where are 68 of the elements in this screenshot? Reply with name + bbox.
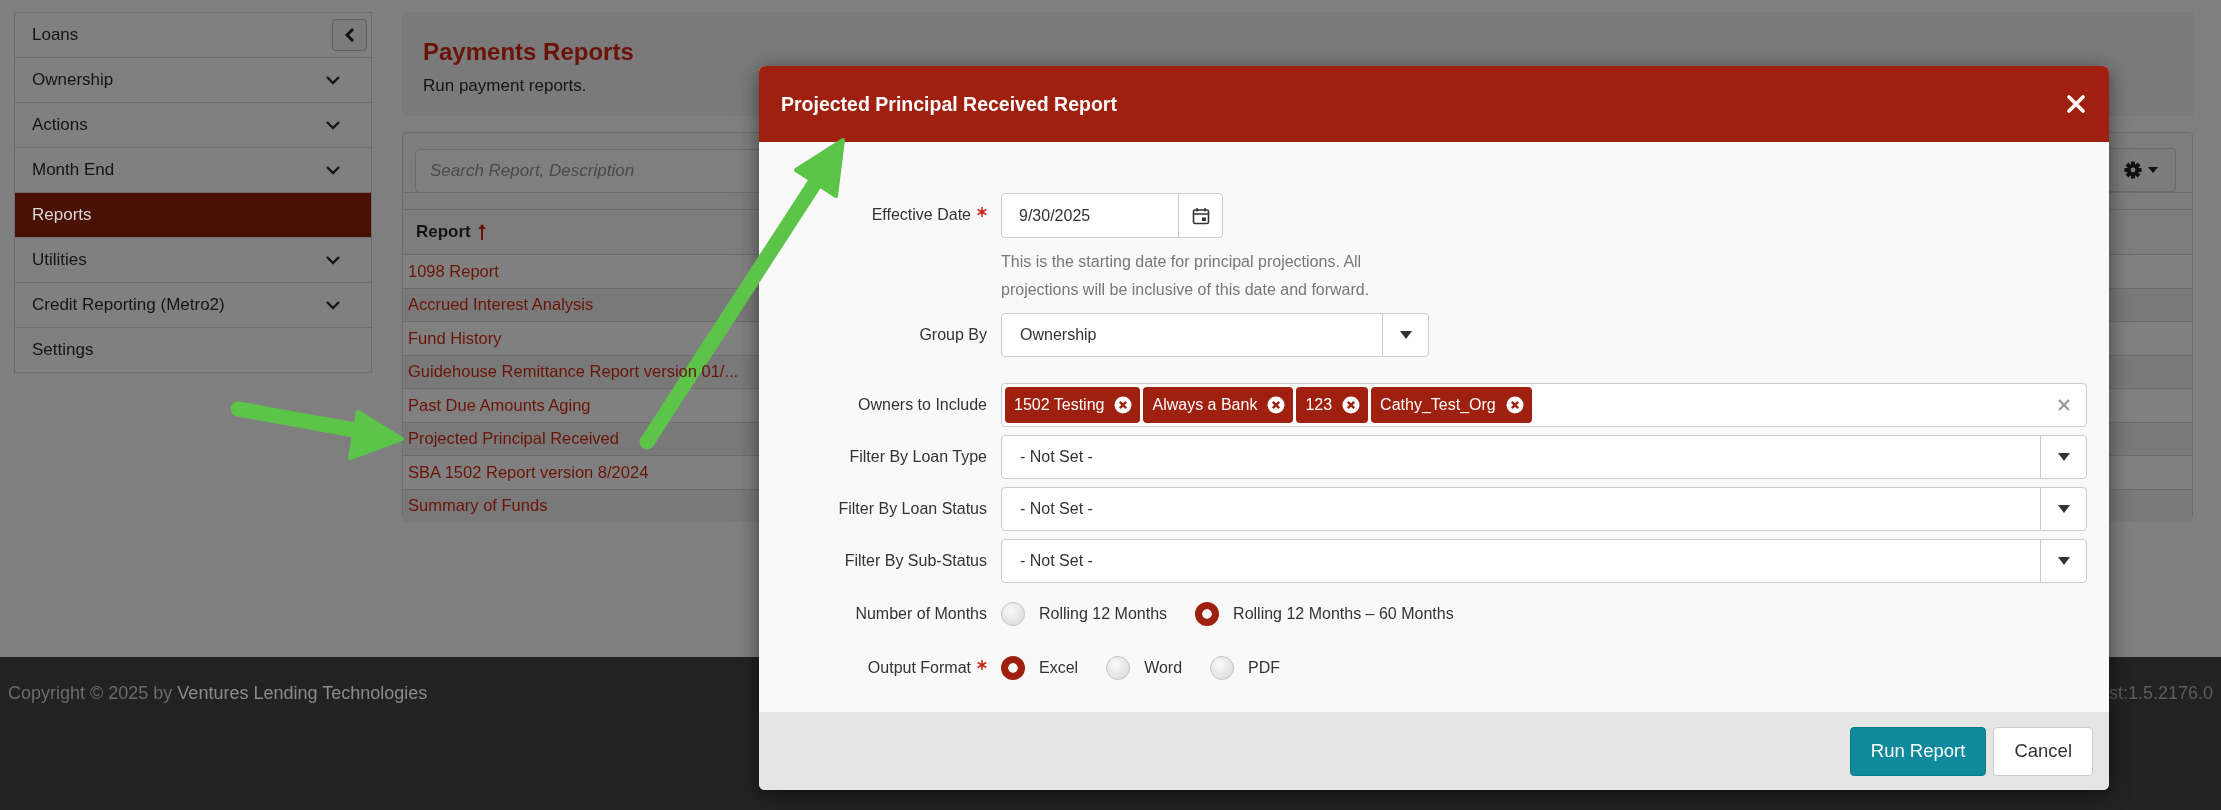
report-link[interactable]: Accrued Interest Analysis: [408, 295, 594, 315]
radio-button[interactable]: [1001, 602, 1025, 626]
remove-icon[interactable]: [1267, 396, 1286, 414]
report-link[interactable]: 1098 Report: [408, 261, 499, 281]
chevron-left-icon: [344, 27, 355, 43]
report-link[interactable]: SBA 1502 Report version 8/2024: [408, 462, 649, 482]
chevron-down-icon: [325, 165, 341, 175]
calendar-icon: [1191, 206, 1210, 225]
close-icon[interactable]: [2067, 95, 2085, 113]
cancel-button[interactable]: Cancel: [1993, 726, 2093, 776]
copyright-text: Copyright © 2025 by Ventures Lending Technologies: [8, 683, 428, 704]
page-title: Payments Reports: [423, 38, 635, 66]
field-label: Group By: [919, 326, 987, 344]
tag[interactable]: Always a Bank: [1143, 387, 1294, 423]
remove-icon[interactable]: [1342, 396, 1361, 414]
report-link[interactable]: Summary of Funds: [408, 496, 548, 516]
settings-button[interactable]: [2106, 147, 2176, 192]
tags-field[interactable]: 1502 Testing Always a Bank 123 Cathy_Test_Org: [1001, 383, 2087, 427]
radio-button[interactable]: [1195, 602, 1220, 626]
radio-button[interactable]: [1001, 656, 1025, 680]
date-field[interactable]: 9/30/2025: [1001, 193, 1179, 238]
radio-button[interactable]: [1106, 656, 1131, 680]
radio-option[interactable]: Rolling 12 Months: [1001, 602, 1168, 626]
tag[interactable]: 123: [1296, 387, 1369, 423]
field-label: Filter By Sub-Status: [844, 552, 987, 570]
sidebar-item[interactable]: Reports: [15, 192, 371, 237]
caret-icon: [2148, 166, 2158, 173]
select-field[interactable]: - Not Set -: [1001, 539, 2087, 583]
chevron-down-icon: [325, 255, 341, 265]
caret-icon: [2057, 557, 2070, 565]
hint-text: This is the starting date for principal projections. All projections will be inclusive of this date and forward.: [1001, 252, 1371, 300]
version-text: st:1.5.2176.0: [2108, 683, 2213, 704]
field-label: Owners to Include: [858, 396, 987, 414]
page-subtitle: Run payment reports.: [423, 76, 588, 96]
report-link[interactable]: Projected Principal Received: [408, 429, 619, 449]
collapse-button[interactable]: [332, 19, 367, 51]
column-header[interactable]: Report: [416, 222, 487, 242]
report-link[interactable]: Fund History: [408, 328, 502, 348]
field-label: Filter By Loan Type: [849, 448, 987, 466]
caret-icon: [2057, 453, 2070, 461]
field-label: Effective Date: [871, 206, 971, 224]
tag[interactable]: 1502 Testing: [1005, 387, 1141, 423]
tag[interactable]: Cathy_Test_Org: [1371, 387, 1532, 423]
select-field[interactable]: Ownership: [1001, 313, 1429, 357]
gear-icon: [2124, 160, 2142, 179]
chevron-down-icon: [325, 300, 341, 310]
run-button[interactable]: Run Report: [1849, 726, 1987, 776]
radio-option[interactable]: Word: [1106, 656, 1183, 680]
chevron-down-icon: [325, 120, 341, 130]
remove-icon[interactable]: [1114, 396, 1133, 414]
field-label: Number of Months: [855, 605, 987, 623]
chevron-down-icon: [325, 75, 341, 85]
select-field[interactable]: - Not Set -: [1001, 487, 2087, 531]
field-label: Filter By Loan Status: [838, 500, 987, 518]
caret-icon: [1399, 331, 1412, 339]
company-link[interactable]: Ventures Lending Technologies: [177, 683, 428, 703]
caret-icon: [2057, 505, 2070, 513]
radio-option[interactable]: Rolling 12 Months – 60 Months: [1195, 602, 1454, 626]
clear-icon[interactable]: [2057, 398, 2071, 412]
select-field[interactable]: - Not Set -: [1001, 435, 2087, 479]
radio-option[interactable]: PDF: [1210, 656, 1281, 680]
field-label: Output Format: [867, 659, 971, 677]
radio-option[interactable]: Excel: [1001, 656, 1079, 680]
report-link[interactable]: Past Due Amounts Aging: [408, 395, 591, 415]
dialog-title: Projected Principal Received Report: [781, 92, 1117, 116]
remove-icon[interactable]: [1505, 396, 1524, 414]
calendar-button[interactable]: [1178, 193, 1223, 238]
radio-button[interactable]: [1210, 656, 1235, 680]
